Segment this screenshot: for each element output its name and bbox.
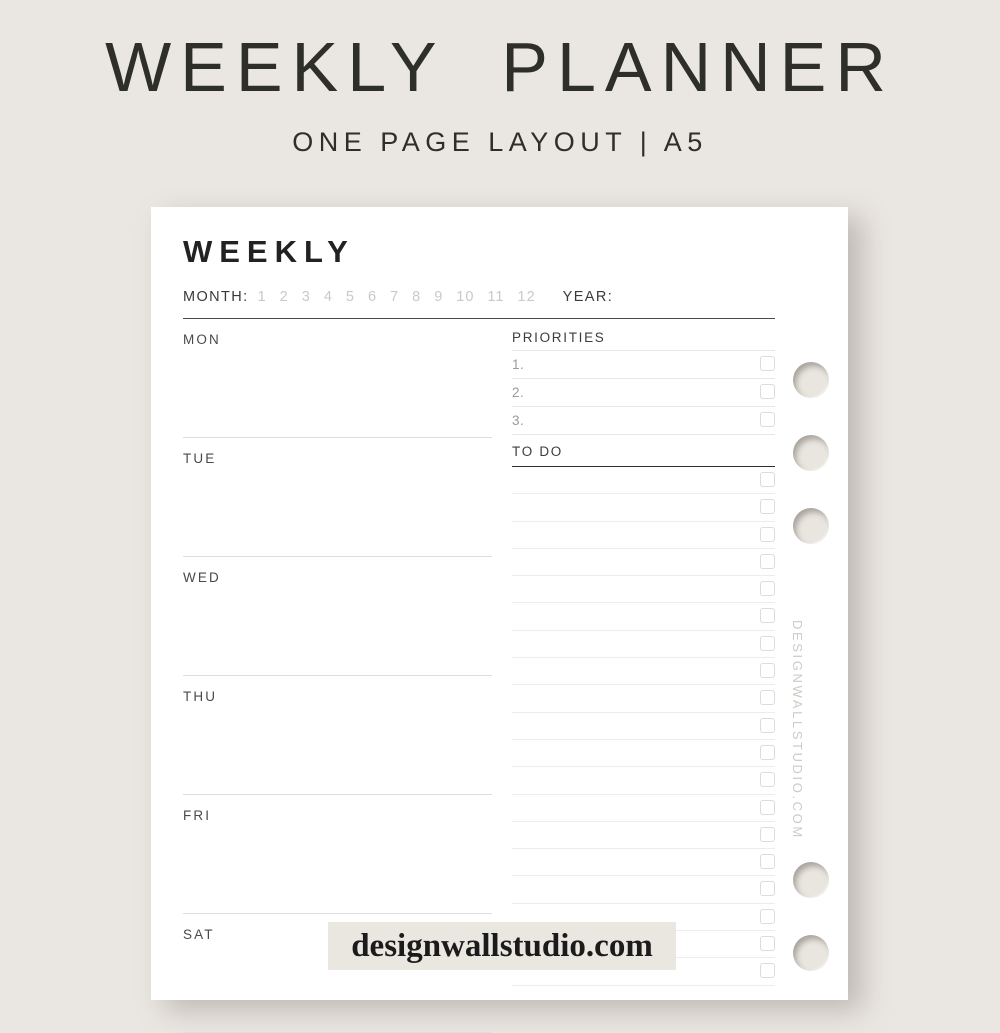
punch-hole <box>793 362 829 398</box>
weekly-heading: WEEKLY <box>183 234 355 269</box>
vertical-watermark: DESIGNWALLSTUDIO.COM <box>790 620 805 840</box>
row-divider <box>512 984 775 986</box>
priority-number: 1. <box>512 357 525 372</box>
month-number[interactable]: 5 <box>346 289 355 305</box>
punch-hole <box>793 935 829 971</box>
day-label: TUE <box>183 451 217 466</box>
checkbox-icon[interactable] <box>760 581 775 597</box>
day-block-fri[interactable]: FRI <box>183 795 492 914</box>
todo-row[interactable] <box>512 713 775 740</box>
todo-row[interactable] <box>512 494 775 522</box>
todo-row[interactable] <box>512 740 775 768</box>
checkbox-icon[interactable] <box>760 908 775 924</box>
sheet-content: WEEKLY MONTH: 1 2 3 4 5 6 7 8 9 10 11 12 YEAR: MON T… <box>183 207 775 1033</box>
checkbox-icon[interactable] <box>760 772 775 788</box>
month-year-row: MONTH: 1 2 3 4 5 6 7 8 9 10 11 12 YEAR: <box>183 289 613 305</box>
month-number[interactable]: 11 <box>487 289 504 305</box>
month-number[interactable]: 4 <box>324 289 333 305</box>
planner-preview: WEEKLY PLANNER ONE PAGE LAYOUT | A5 WEEK… <box>0 0 1000 1033</box>
checkbox-icon[interactable] <box>760 963 775 979</box>
checkbox-icon[interactable] <box>760 663 775 679</box>
day-label: SAT <box>183 927 215 942</box>
todo-heading: TO DO <box>512 435 775 467</box>
todo-row[interactable] <box>512 522 775 549</box>
checkbox-icon[interactable] <box>760 526 775 542</box>
page-title: WEEKLY PLANNER <box>105 28 895 106</box>
checkbox-icon[interactable] <box>760 635 775 651</box>
todo-row[interactable] <box>512 822 775 850</box>
checkbox-icon[interactable] <box>760 690 775 706</box>
checkbox-icon[interactable] <box>760 356 775 371</box>
page-subtitle: ONE PAGE LAYOUT | A5 <box>292 127 708 157</box>
todo-row[interactable] <box>512 685 775 713</box>
bottom-watermark-text: designwallstudio.com <box>351 927 653 964</box>
checkbox-icon[interactable] <box>760 499 775 515</box>
checkbox-icon[interactable] <box>760 472 775 487</box>
month-number[interactable]: 8 <box>412 289 421 305</box>
day-block-tue[interactable]: TUE <box>183 438 492 557</box>
priority-number: 2. <box>512 385 525 400</box>
month-number[interactable]: 10 <box>456 289 474 305</box>
todo-row[interactable] <box>512 467 775 495</box>
priorities-todo-column: PRIORITIES 1. 2. 3. TO DO <box>512 319 775 986</box>
planner-sheet: WEEKLY MONTH: 1 2 3 4 5 6 7 8 9 10 11 12 YEAR: MON T… <box>151 207 848 1033</box>
month-number[interactable]: 6 <box>368 289 377 305</box>
month-number[interactable]: 7 <box>390 289 399 305</box>
checkbox-icon[interactable] <box>760 744 775 760</box>
day-block-thu[interactable]: THU <box>183 676 492 795</box>
priorities-heading: PRIORITIES <box>512 319 775 351</box>
todo-row[interactable] <box>512 658 775 686</box>
punch-hole <box>793 508 829 544</box>
punch-hole <box>793 862 829 898</box>
header: WEEKLY PLANNER ONE PAGE LAYOUT | A5 <box>0 0 1000 158</box>
year-label: YEAR: <box>562 289 614 305</box>
checkbox-icon[interactable] <box>760 384 775 399</box>
todo-row[interactable] <box>512 631 775 659</box>
checkbox-icon[interactable] <box>760 608 775 624</box>
todo-row[interactable] <box>512 767 775 795</box>
checkbox-icon[interactable] <box>760 854 775 870</box>
month-number-list: 1 2 3 4 5 6 7 8 9 10 11 12 <box>258 289 549 305</box>
todo-heading-label: TO DO <box>512 444 564 459</box>
month-number[interactable]: 3 <box>302 289 311 305</box>
day-label: WED <box>183 570 221 585</box>
checkbox-icon[interactable] <box>760 553 775 569</box>
priorities-heading-label: PRIORITIES <box>512 330 606 345</box>
todo-row[interactable] <box>512 849 775 877</box>
priority-number: 3. <box>512 413 525 428</box>
month-number[interactable]: 2 <box>280 289 289 305</box>
todo-row[interactable] <box>512 795 775 822</box>
checkbox-icon[interactable] <box>760 936 775 952</box>
todo-row[interactable] <box>512 549 775 577</box>
priority-row[interactable]: 3. <box>512 407 775 435</box>
checkbox-icon[interactable] <box>760 412 775 427</box>
day-block-mon[interactable]: MON <box>183 319 492 438</box>
day-label: MON <box>183 332 221 347</box>
todo-row[interactable] <box>512 576 775 604</box>
priority-row[interactable]: 1. <box>512 351 775 379</box>
month-number[interactable]: 1 <box>258 289 267 305</box>
day-block-wed[interactable]: WED <box>183 557 492 676</box>
month-number[interactable]: 12 <box>518 289 536 305</box>
day-label: THU <box>183 689 218 704</box>
todo-row[interactable] <box>512 603 775 631</box>
checkbox-icon[interactable] <box>760 717 775 733</box>
todo-row[interactable] <box>512 876 775 904</box>
checkbox-icon[interactable] <box>760 799 775 815</box>
content-columns: MON TUE WED THU FRI SAT PRIORITIES 1. 2. 3. TO DO <box>183 319 775 1033</box>
day-label: FRI <box>183 808 212 823</box>
month-number[interactable]: 9 <box>434 289 443 305</box>
priority-row[interactable]: 2. <box>512 379 775 407</box>
bottom-watermark-banner: designwallstudio.com <box>328 922 676 970</box>
checkbox-icon[interactable] <box>760 881 775 897</box>
checkbox-icon[interactable] <box>760 826 775 842</box>
punch-hole <box>793 435 829 471</box>
month-label: MONTH: <box>183 289 249 305</box>
